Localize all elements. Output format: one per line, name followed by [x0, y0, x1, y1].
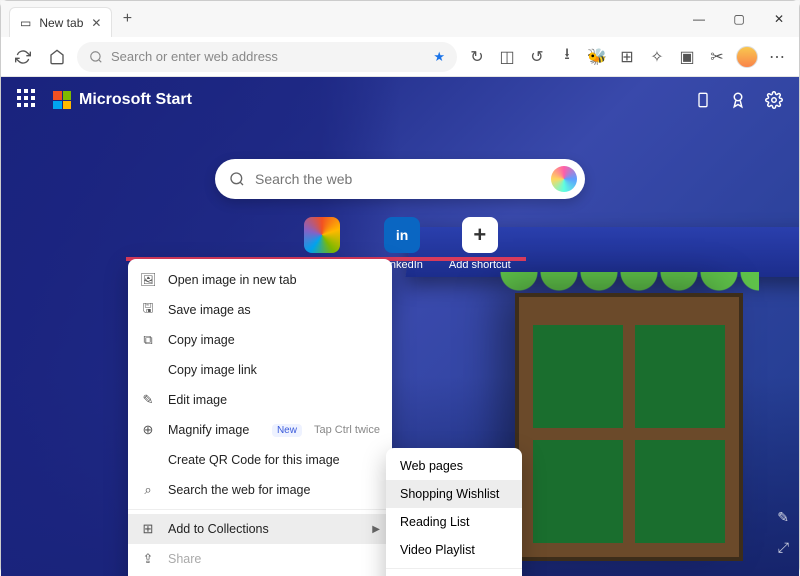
app-launcher-icon[interactable]: [17, 89, 39, 111]
collections-icon[interactable]: ⊞: [613, 43, 641, 71]
web-search-box[interactable]: [215, 159, 585, 199]
submenu-reading-list[interactable]: Reading List: [386, 508, 522, 536]
brand-name: Microsoft Start: [79, 91, 192, 109]
submenu-web-pages[interactable]: Web pages: [386, 452, 522, 480]
save-icon: 🖫: [140, 299, 156, 321]
menu-separator: [128, 509, 392, 510]
new-tab-button[interactable]: +: [112, 10, 142, 28]
close-tab-icon[interactable]: ✕: [91, 16, 101, 30]
browser-tab[interactable]: ▭ New tab ✕: [9, 7, 112, 37]
ctx-save-image-as[interactable]: 🖫Save image as: [128, 295, 392, 325]
profile-avatar[interactable]: [733, 43, 761, 71]
more-menu-icon[interactable]: ⋯: [763, 43, 791, 71]
submenu-video-playlist[interactable]: Video Playlist: [386, 536, 522, 564]
new-badge: New: [272, 424, 302, 437]
ctx-open-image-new-tab[interactable]: 🖼Open image in new tab: [128, 265, 392, 295]
context-menu: 🖼Open image in new tab 🖫Save image as ⧉C…: [128, 259, 392, 576]
search-icon: [229, 171, 245, 187]
address-bar[interactable]: Search or enter web address ★: [77, 42, 457, 72]
address-placeholder: Search or enter web address: [111, 49, 278, 64]
search-icon: ⌕: [140, 482, 156, 498]
quick-links: Microsoft 365 in LinkedIn + Add shortcut: [1, 217, 799, 271]
browser-toolbar: Search or enter web address ★ ↻ ◫ ↺ ⭳ 🐝 …: [1, 37, 799, 77]
minimize-button[interactable]: —: [679, 1, 719, 37]
brand-bar: Microsoft Start: [1, 77, 799, 123]
performance-icon[interactable]: ▣: [673, 43, 701, 71]
ctx-create-qr[interactable]: Create QR Code for this image: [128, 445, 392, 475]
microsoft-start-logo[interactable]: Microsoft Start: [53, 91, 192, 109]
ctx-edit-image[interactable]: ✎Edit image: [128, 385, 392, 415]
sync-icon[interactable]: ↻: [463, 43, 491, 71]
submenu-shopping-wishlist[interactable]: Shopping Wishlist: [386, 480, 522, 508]
plus-icon: +: [462, 217, 498, 253]
search-icon: [89, 50, 103, 64]
edit-icon: ✎: [140, 392, 156, 408]
refresh-button[interactable]: [9, 43, 37, 71]
magnify-icon: ⊕: [140, 422, 156, 438]
page-icon: ▭: [20, 16, 31, 30]
favorite-star-icon[interactable]: ★: [433, 49, 445, 65]
shortcut-add[interactable]: + Add shortcut: [449, 217, 511, 271]
window-controls: — ▢ ✕: [679, 1, 799, 37]
web-search-input[interactable]: [255, 171, 541, 187]
browser-tools-icon[interactable]: ✧: [643, 43, 671, 71]
ctx-magnify-image[interactable]: ⊕Magnify imageNewTap Ctrl twice: [128, 415, 392, 445]
annotation-highlight-box: 🖼Open image in new tab 🖫Save image as ⧉C…: [126, 257, 526, 261]
edit-background-icon[interactable]: ✎: [777, 509, 789, 526]
share-icon: ⇪: [140, 551, 156, 567]
background-detail: [519, 297, 739, 557]
settings-gear-icon[interactable]: [765, 91, 783, 109]
copilot-icon[interactable]: [551, 166, 577, 192]
downloads-icon[interactable]: ⭳: [553, 43, 581, 71]
split-screen-icon[interactable]: ◫: [493, 43, 521, 71]
image-icon: 🖼: [140, 272, 156, 288]
microsoft-logo-icon: [53, 91, 71, 109]
m365-icon: [304, 217, 340, 253]
ctx-copy-image-link[interactable]: Copy image link: [128, 355, 392, 385]
collections-icon: ⊞: [140, 521, 156, 537]
collections-submenu: Web pages Shopping Wishlist Reading List…: [386, 448, 522, 576]
window-titlebar: ▭ New tab ✕ + — ▢ ✕: [1, 1, 799, 37]
copy-icon: ⧉: [140, 332, 156, 348]
maximize-button[interactable]: ▢: [719, 1, 759, 37]
chevron-right-icon: ▶: [372, 524, 380, 535]
tab-title: New tab: [39, 16, 83, 30]
rewards-icon[interactable]: [729, 91, 747, 109]
menu-separator: [386, 568, 522, 569]
linkedin-icon: in: [384, 217, 420, 253]
ctx-search-web-image[interactable]: ⌕Search the web for image: [128, 475, 392, 505]
ctx-copy-image[interactable]: ⧉Copy image: [128, 325, 392, 355]
ctx-add-to-collections[interactable]: ⊞Add to Collections▶: [128, 514, 392, 544]
new-tab-page: Microsoft Start Microsoft 365: [1, 77, 799, 576]
screenshot-toolbar-icon[interactable]: ✂: [703, 43, 731, 71]
close-window-button[interactable]: ✕: [759, 1, 799, 37]
home-button[interactable]: [43, 43, 71, 71]
extensions-icon[interactable]: 🐝: [583, 43, 611, 71]
mobile-icon[interactable]: [695, 91, 711, 109]
ctx-share: ⇪Share: [128, 544, 392, 574]
history-icon[interactable]: ↺: [523, 43, 551, 71]
expand-icon[interactable]: ⤢: [778, 539, 789, 556]
shortcut-hint: Tap Ctrl twice: [314, 424, 380, 436]
